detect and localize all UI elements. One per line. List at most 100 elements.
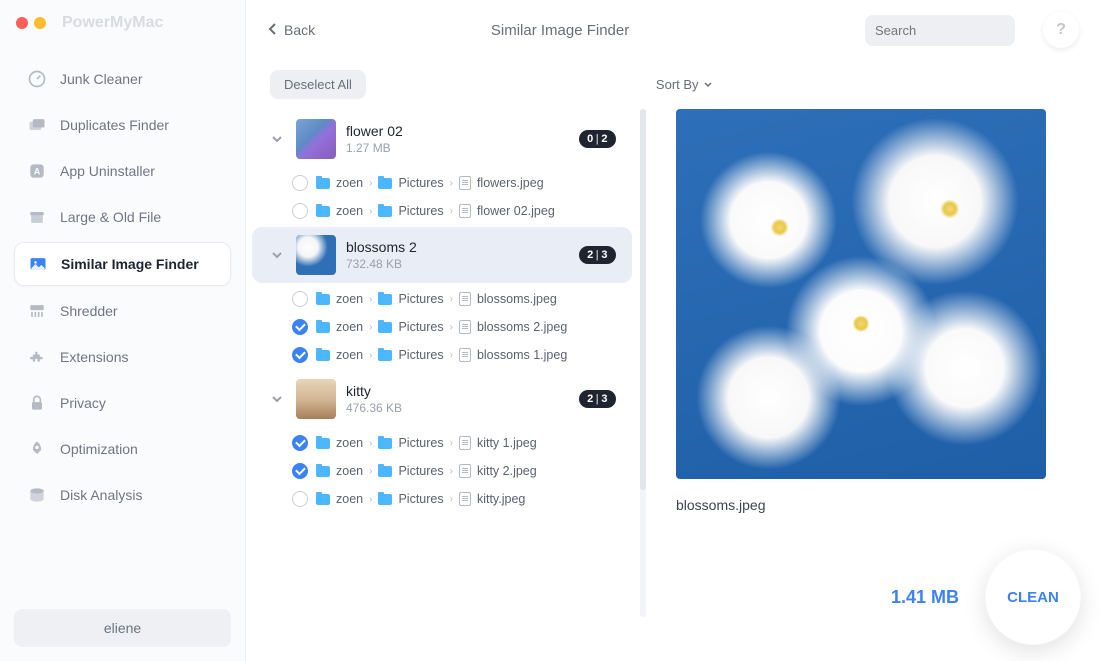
- group-name: blossoms 2: [346, 239, 569, 255]
- group-info: kitty476.36 KB: [346, 383, 569, 415]
- file-name: flowers.jpeg: [477, 176, 544, 190]
- folder-icon: [316, 322, 330, 333]
- chevron-right-icon: ›: [369, 322, 372, 333]
- chevron-right-icon: ›: [450, 350, 453, 361]
- group-header[interactable]: blossoms 2732.48 KB2|3: [252, 227, 632, 283]
- chevron-down-icon[interactable]: [268, 134, 286, 144]
- chevron-down-icon[interactable]: [268, 394, 286, 404]
- chevron-right-icon: ›: [450, 322, 453, 333]
- file-icon: [459, 348, 471, 362]
- folder-icon: [316, 466, 330, 477]
- file-name: kitty 1.jpeg: [477, 436, 537, 450]
- folder-icon: [378, 322, 392, 333]
- group-thumbnail: [296, 119, 336, 159]
- sidebar-item-duplicates[interactable]: Duplicates Finder: [14, 104, 231, 146]
- sidebar-item-label: Disk Analysis: [60, 487, 142, 503]
- chevron-right-icon: ›: [369, 466, 372, 477]
- sidebar-item-label: Junk Cleaner: [60, 71, 143, 87]
- titlebar: PowerMyMac: [0, 10, 245, 48]
- folder-icon: [316, 294, 330, 305]
- sidebar-item-similar-image[interactable]: Similar Image Finder: [14, 242, 231, 286]
- group-name: flower 02: [346, 123, 569, 139]
- chevron-right-icon: ›: [369, 438, 372, 449]
- checkbox[interactable]: [292, 319, 308, 335]
- chevron-right-icon: ›: [369, 294, 372, 305]
- sidebar-item-disk-analysis[interactable]: Disk Analysis: [14, 474, 231, 516]
- chevron-right-icon: ›: [450, 294, 453, 305]
- group-info: flower 021.27 MB: [346, 123, 569, 155]
- checkbox[interactable]: [292, 491, 308, 507]
- total-size: 1.41 MB: [891, 587, 959, 608]
- chevron-right-icon: ›: [450, 494, 453, 505]
- search-input[interactable]: [875, 23, 1051, 38]
- path-segment: Pictures: [398, 204, 443, 218]
- file-row[interactable]: zoen›Pictures›blossoms 1.jpeg: [246, 341, 638, 369]
- checkbox[interactable]: [292, 463, 308, 479]
- user-chip[interactable]: eliene: [14, 609, 231, 647]
- footer: 1.41 MB CLEAN: [891, 549, 1081, 645]
- sidebar-item-label: Shredder: [60, 303, 118, 319]
- path-segment: zoen: [336, 292, 363, 306]
- folder-icon: [378, 206, 392, 217]
- path-segment: Pictures: [398, 292, 443, 306]
- checkbox[interactable]: [292, 203, 308, 219]
- breadcrumb: zoen›Pictures›blossoms 2.jpeg: [316, 320, 567, 334]
- breadcrumb: zoen›Pictures›kitty.jpeg: [316, 492, 525, 506]
- file-row[interactable]: zoen›Pictures›kitty 2.jpeg: [246, 457, 638, 485]
- checkbox[interactable]: [292, 435, 308, 451]
- minimize-window-icon[interactable]: [34, 17, 46, 29]
- folder-icon: [316, 350, 330, 361]
- file-name: blossoms.jpeg: [477, 292, 557, 306]
- sort-by-button[interactable]: Sort By: [656, 77, 713, 92]
- folder-icon: [378, 178, 392, 189]
- group-header[interactable]: flower 021.27 MB0|2: [252, 111, 632, 167]
- sidebar-item-optimization[interactable]: Optimization: [14, 428, 231, 470]
- breadcrumb: zoen › Pictures › blossoms.jpeg: [316, 292, 557, 306]
- folder-icon: [316, 438, 330, 449]
- file-row[interactable]: zoen›Pictures›flower 02.jpeg: [246, 197, 638, 225]
- selection-badge: 2|3: [579, 246, 616, 264]
- file-row[interactable]: zoen › Pictures › blossoms.jpeg: [246, 285, 638, 313]
- file-row[interactable]: zoen›Pictures›blossoms 2.jpeg: [246, 313, 638, 341]
- help-button[interactable]: ?: [1043, 12, 1079, 48]
- checkbox[interactable]: [292, 291, 308, 307]
- checkbox[interactable]: [292, 347, 308, 363]
- clean-button[interactable]: CLEAN: [985, 549, 1081, 645]
- disk-icon: [26, 484, 48, 506]
- chevron-right-icon: ›: [369, 178, 372, 189]
- sidebar-item-label: App Uninstaller: [60, 163, 155, 179]
- file-icon: [459, 436, 471, 450]
- path-segment: zoen: [336, 204, 363, 218]
- file-icon: [459, 320, 471, 334]
- scroll-thumb[interactable]: [640, 109, 646, 490]
- file-name: blossoms 1.jpeg: [477, 348, 567, 362]
- close-window-icon[interactable]: [16, 17, 28, 29]
- sidebar-item-junk-cleaner[interactable]: Junk Cleaner: [14, 58, 231, 100]
- folder-icon: [378, 466, 392, 477]
- file-row[interactable]: zoen›Pictures›kitty 1.jpeg: [246, 429, 638, 457]
- image-icon: [27, 253, 49, 275]
- file-icon: [459, 176, 471, 190]
- path-segment: zoen: [336, 436, 363, 450]
- file-row[interactable]: zoen›Pictures›flowers.jpeg: [246, 169, 638, 197]
- sidebar-item-privacy[interactable]: Privacy: [14, 382, 231, 424]
- search-box[interactable]: [865, 15, 1015, 46]
- sidebar-item-app-uninstaller[interactable]: A App Uninstaller: [14, 150, 231, 192]
- sidebar-item-extensions[interactable]: Extensions: [14, 336, 231, 378]
- group-header[interactable]: kitty476.36 KB2|3: [252, 371, 632, 427]
- folders-icon: [26, 114, 48, 136]
- sidebar: PowerMyMac Junk Cleaner Duplicates Finde…: [0, 0, 246, 661]
- sidebar-item-large-old[interactable]: Large & Old File: [14, 196, 231, 238]
- group-size: 476.36 KB: [346, 401, 569, 415]
- chevron-down-icon[interactable]: [268, 250, 286, 260]
- scrollbar[interactable]: [640, 109, 646, 617]
- breadcrumb: zoen›Pictures›blossoms 1.jpeg: [316, 348, 567, 362]
- svg-text:A: A: [34, 166, 41, 176]
- sidebar-item-shredder[interactable]: Shredder: [14, 290, 231, 332]
- deselect-all-button[interactable]: Deselect All: [270, 70, 366, 99]
- file-icon: [459, 492, 471, 506]
- group-thumbnail: [296, 379, 336, 419]
- file-row[interactable]: zoen›Pictures›kitty.jpeg: [246, 485, 638, 513]
- checkbox[interactable]: [292, 175, 308, 191]
- folder-icon: [316, 206, 330, 217]
